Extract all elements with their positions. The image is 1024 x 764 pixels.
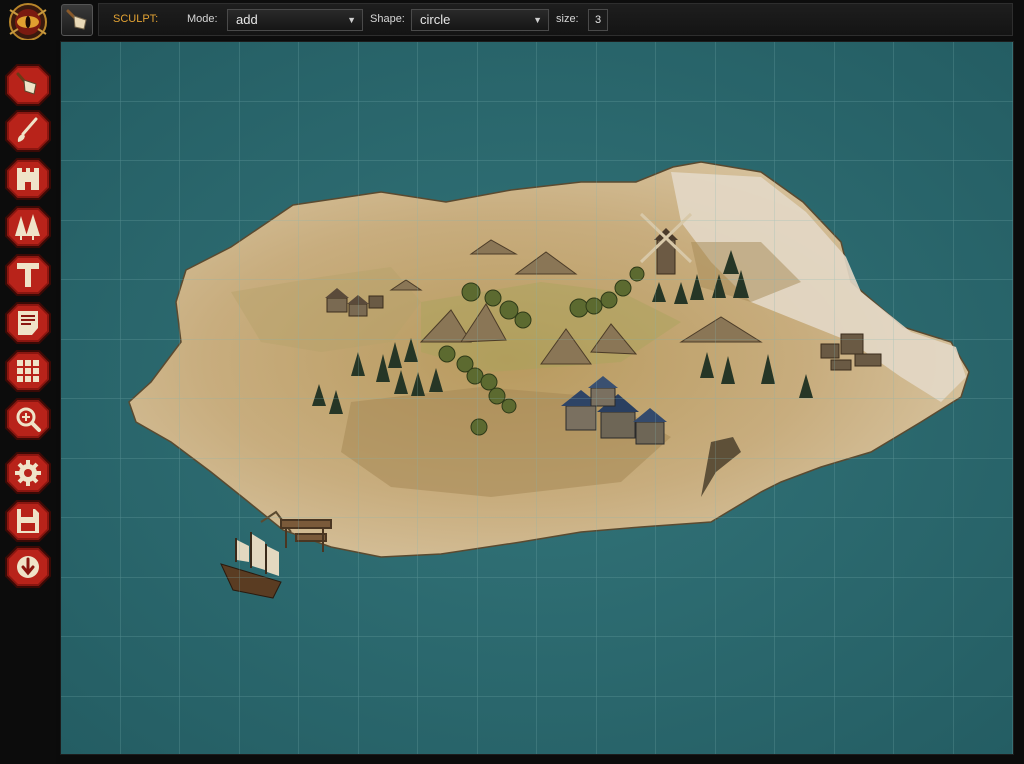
- zoom-tool-button[interactable]: [5, 398, 51, 440]
- floppy-disk-icon: [17, 509, 39, 533]
- shape-value: circle: [420, 12, 451, 27]
- download-tool-button[interactable]: [5, 546, 51, 588]
- sculpt-tool-button[interactable]: [5, 64, 51, 106]
- mode-label: Mode:: [187, 13, 218, 25]
- top-toolbar: SCULPT: Mode: add ▼ Shape: circle ▼ size…: [0, 0, 1024, 42]
- trees-tool-button[interactable]: [5, 206, 51, 248]
- text-tool-button[interactable]: [5, 254, 51, 296]
- dragon-eye-logo: [4, 2, 52, 42]
- notes-tool-button[interactable]: [5, 302, 51, 344]
- trowel-icon: [66, 9, 87, 30]
- grid-icon: [17, 360, 39, 382]
- tool-sidebar: [0, 40, 56, 764]
- buildings-tool-button[interactable]: [5, 158, 51, 200]
- download-icon: [17, 556, 39, 578]
- mode-select[interactable]: add ▼: [227, 9, 363, 31]
- chevron-down-icon: ▼: [347, 15, 356, 25]
- note-icon: [18, 311, 38, 335]
- tool-options-bar: SCULPT: Mode: add ▼ Shape: circle ▼ size…: [98, 3, 1013, 36]
- tool-title: SCULPT:: [113, 13, 159, 25]
- map-grid: [61, 42, 1013, 754]
- settings-tool-button[interactable]: [5, 452, 51, 494]
- active-tool-indicator[interactable]: [61, 4, 93, 36]
- size-input[interactable]: 3: [588, 9, 608, 31]
- map-canvas[interactable]: [60, 41, 1014, 755]
- size-label: size:: [556, 13, 579, 25]
- shape-label: Shape:: [370, 13, 405, 25]
- paint-tool-button[interactable]: [5, 110, 51, 152]
- grid-tool-button[interactable]: [5, 350, 51, 392]
- chevron-down-icon: ▼: [533, 15, 542, 25]
- mode-value: add: [236, 12, 258, 27]
- shape-select[interactable]: circle ▼: [411, 9, 549, 31]
- save-tool-button[interactable]: [5, 500, 51, 542]
